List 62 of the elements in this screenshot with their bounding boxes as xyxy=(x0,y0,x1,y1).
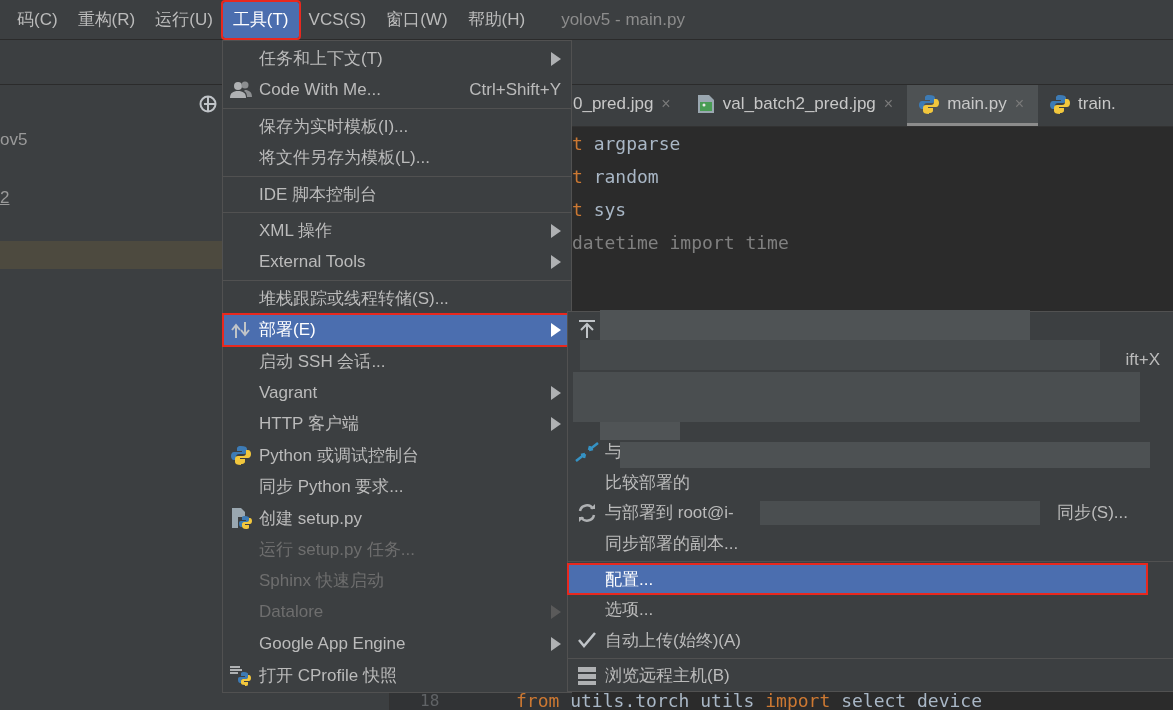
python-file-icon xyxy=(1050,94,1071,114)
submenu-arrow-icon xyxy=(551,322,561,337)
menu-bar-item[interactable]: 码(C) xyxy=(0,1,68,38)
menu-item[interactable]: 与部署到 root@i- 同步(S)... xyxy=(568,497,1173,529)
editor-tab[interactable]: val_batch2_pred.jpg × xyxy=(684,85,908,126)
submenu-arrow-icon xyxy=(551,255,561,270)
menu-bar-item[interactable]: 窗口(W) xyxy=(376,1,458,38)
submenu-arrow-icon xyxy=(551,51,561,66)
code-line: t random xyxy=(572,165,660,189)
menu-item[interactable]: 浏览远程主机(B) xyxy=(568,660,1173,692)
python-file-icon xyxy=(919,94,940,114)
menu-item[interactable]: Google App Engine xyxy=(223,628,571,660)
code-line: t sys xyxy=(572,198,628,222)
code-line: t argparse xyxy=(572,132,682,156)
menu-item[interactable]: 任务和上下文(T) xyxy=(223,43,571,75)
menu-item[interactable]: 创建 setup.py xyxy=(223,502,571,534)
menu-item[interactable]: 同步 Python 要求... xyxy=(223,471,571,503)
menu-item[interactable]: 启动 SSH 会话... xyxy=(223,345,571,377)
image-file-icon xyxy=(696,94,715,114)
menu-item[interactable]: External Tools xyxy=(223,246,571,278)
server-icon xyxy=(576,665,597,686)
editor-tab[interactable]: main.py × xyxy=(907,85,1039,126)
python-stack-icon xyxy=(229,664,253,687)
window-title: yolov5 - main.py xyxy=(561,9,685,30)
editor-tab[interactable]: train. xyxy=(1038,85,1130,126)
submenu-arrow-icon xyxy=(551,636,561,651)
editor-tab[interactable]: 0_pred.jpg × xyxy=(572,85,685,126)
python-icon xyxy=(231,445,251,466)
menu-item[interactable]: 配置... xyxy=(568,563,1147,595)
menu-item[interactable]: 打开 CProfile 快照 xyxy=(223,659,571,691)
menu-bar-item[interactable]: 运行(U) xyxy=(145,1,223,38)
shortcut: ift+X xyxy=(1125,349,1160,370)
submenu-arrow-icon xyxy=(551,385,561,400)
menu-bar-item[interactable]: VCS(S) xyxy=(298,1,377,38)
submenu-arrow-icon xyxy=(551,417,561,431)
menu-item[interactable]: 同步部署的副本... xyxy=(568,528,1173,559)
merge-arrows-icon xyxy=(574,440,599,463)
menu-item[interactable]: Vagrant xyxy=(223,376,571,409)
upload-icon xyxy=(577,319,596,340)
menu-item[interactable]: 选项... xyxy=(568,594,1173,625)
menu-item[interactable]: 堆栈跟踪或线程转储(S)... xyxy=(223,282,571,315)
code-line: datetime import time xyxy=(572,231,790,255)
users-icon xyxy=(230,81,252,100)
menu-bar-item[interactable]: 工具(T) xyxy=(222,1,299,38)
menu-item[interactable]: 自动上传(始终)(A) xyxy=(568,624,1173,656)
python-file-icon xyxy=(230,507,252,530)
menu-bar-item[interactable]: 帮助(H) xyxy=(457,1,536,38)
submenu-arrow-icon xyxy=(551,605,561,620)
target-icon[interactable] xyxy=(199,95,217,113)
submenu-arrow-icon xyxy=(551,223,561,238)
menu-item[interactable]: 比较部署的 xyxy=(568,466,1173,498)
menu-item[interactable]: IDE 脚本控制台 xyxy=(223,178,571,210)
swap-arrows-icon xyxy=(231,320,251,339)
menu-item[interactable]: HTTP 客户端 xyxy=(223,408,571,440)
menu-item[interactable]: 保存为实时模板(I)... xyxy=(223,110,571,143)
menu-item[interactable]: Code With Me... Ctrl+Shift+Y xyxy=(223,74,571,106)
menu-item[interactable]: 将文件另存为模板(L)... xyxy=(223,142,571,174)
code-line: from utils.torch_utils import select_device xyxy=(516,692,983,710)
menu-bar-item[interactable]: 重构(R) xyxy=(67,1,146,38)
menu-item[interactable]: Python 或调试控制台 xyxy=(223,439,571,472)
menu-item[interactable]: XML 操作 xyxy=(223,214,571,247)
menu-item-text: 同步(S)... xyxy=(1057,502,1128,525)
